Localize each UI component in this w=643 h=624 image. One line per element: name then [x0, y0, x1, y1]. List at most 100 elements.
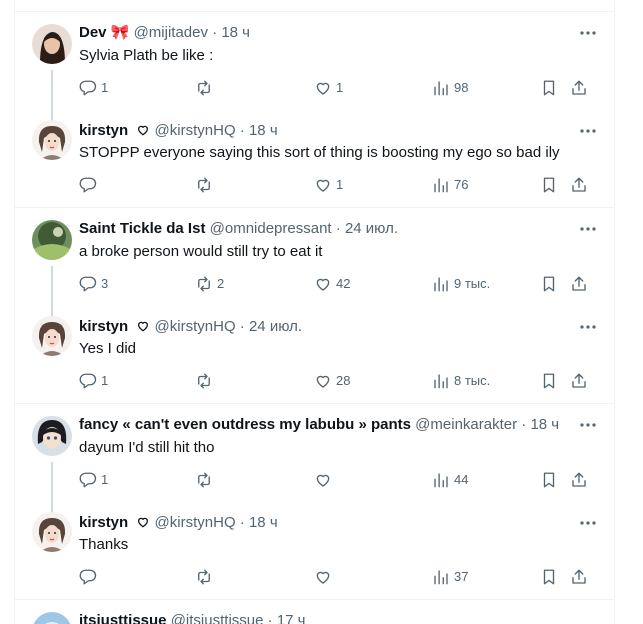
views-button[interactable]: 37 — [432, 567, 468, 587]
views-button[interactable]: 9 тыс. — [432, 274, 490, 294]
bookmark-button[interactable] — [540, 371, 558, 391]
like-button[interactable]: 1 — [314, 175, 343, 195]
share-button[interactable] — [570, 567, 588, 587]
share-icon — [572, 80, 586, 95]
more-options-icon[interactable] — [578, 23, 598, 43]
tweet-post[interactable]: Saint Tickle da Ist @omnidepressant · 24… — [15, 207, 614, 319]
handle[interactable]: @mijitadev — [134, 24, 208, 41]
like-count: 1 — [336, 80, 344, 95]
timestamp[interactable]: 18 ч — [221, 24, 250, 41]
tweet-text: Thanks — [79, 536, 129, 553]
share-button[interactable] — [570, 371, 588, 391]
timestamp[interactable]: 18 ч — [249, 514, 278, 531]
display-name[interactable]: kirstyn — [79, 318, 128, 335]
handle[interactable]: @kirstynHQ — [155, 318, 236, 335]
repost-icon — [198, 177, 210, 193]
display-name[interactable]: fancy « can't even outdress my labubu » … — [79, 416, 411, 433]
bookmark-button[interactable] — [540, 78, 558, 98]
handle[interactable]: @kirstynHQ — [155, 514, 236, 531]
heart-icon — [316, 375, 330, 388]
repost-button[interactable] — [195, 470, 217, 490]
repost-icon — [198, 276, 210, 292]
separator: · — [212, 24, 218, 41]
like-button[interactable] — [314, 567, 336, 587]
repost-button[interactable] — [195, 567, 217, 587]
bookmark-button[interactable] — [540, 567, 558, 587]
reply-button[interactable]: 3 — [79, 274, 108, 294]
avatar[interactable] — [32, 612, 72, 624]
views-count: 76 — [454, 177, 469, 192]
avatar[interactable] — [32, 512, 72, 552]
views-count: 9 тыс. — [454, 276, 491, 291]
timestamp[interactable]: 24 июл. — [345, 220, 398, 237]
views-button[interactable]: 44 — [432, 470, 468, 490]
bookmark-button[interactable] — [540, 470, 558, 490]
timestamp[interactable]: 17 ч — [277, 612, 306, 624]
timestamp[interactable]: 24 июл. — [249, 318, 302, 335]
tweet-text: a broke person would still try to eat it — [79, 243, 323, 260]
avatar[interactable] — [32, 316, 72, 356]
more-options-icon[interactable] — [578, 317, 598, 337]
reply-icon — [79, 373, 97, 389]
display-name[interactable]: Saint Tickle da Ist — [79, 220, 205, 237]
tweet-header: kirstyn @kirstynHQ · 18 ч — [79, 513, 574, 533]
views-button[interactable]: 8 тыс. — [432, 371, 490, 391]
handle[interactable]: @kirstynHQ — [155, 122, 236, 139]
display-name[interactable]: itsjusttissue — [79, 612, 167, 624]
bookmark-button[interactable] — [540, 175, 558, 195]
more-options-icon[interactable] — [578, 219, 598, 239]
display-name[interactable]: kirstyn — [79, 514, 128, 531]
tweet-reply[interactable]: kirstyn @kirstynHQ · 18 ч Thanks 37 — [15, 501, 614, 599]
display-name[interactable]: kirstyn — [79, 122, 128, 139]
repost-button[interactable]: 2 — [195, 274, 224, 294]
repost-button[interactable] — [195, 371, 217, 391]
action-bar: 37 — [79, 567, 598, 587]
bow-emoji: 🎀 — [110, 24, 130, 41]
repost-button[interactable] — [195, 175, 217, 195]
tweet-post[interactable]: itsjusttissue @itsjusttissue · 17 ч — [15, 599, 614, 624]
handle[interactable]: @omnidepressant — [210, 220, 332, 237]
like-button[interactable]: 42 — [314, 274, 350, 294]
more-options-icon[interactable] — [578, 415, 598, 435]
handle[interactable]: @meinkarakter — [415, 416, 517, 433]
reply-button[interactable]: 1 — [79, 470, 108, 490]
tweet-post[interactable]: fancy « can't even outdress my labubu » … — [15, 403, 614, 515]
like-button[interactable]: 1 — [314, 78, 343, 98]
reply-button[interactable] — [79, 175, 101, 195]
avatar[interactable] — [32, 24, 72, 64]
reply-button[interactable] — [79, 567, 101, 587]
tweet-header: fancy « can't even outdress my labubu » … — [79, 415, 574, 435]
heart-icon — [316, 474, 330, 487]
tweet-reply[interactable]: kirstyn @kirstynHQ · 24 июл. Yes I did 1… — [15, 305, 614, 403]
avatar[interactable] — [32, 120, 72, 160]
reply-button[interactable]: 1 — [79, 78, 108, 98]
share-button[interactable] — [570, 175, 588, 195]
action-bar: 1 44 — [79, 470, 598, 490]
timestamp[interactable]: 18 ч — [530, 416, 559, 433]
reply-button[interactable]: 1 — [79, 371, 108, 391]
share-button[interactable] — [570, 274, 588, 294]
more-options-icon[interactable] — [578, 121, 598, 141]
repost-icon — [198, 569, 210, 585]
repost-button[interactable] — [195, 78, 217, 98]
avatar[interactable] — [32, 416, 72, 456]
handle[interactable]: @itsjusttissue — [171, 612, 264, 624]
views-icon — [434, 81, 448, 96]
avatar[interactable] — [32, 220, 72, 260]
like-button[interactable]: 28 — [314, 371, 350, 391]
like-button[interactable] — [314, 470, 336, 490]
share-icon — [572, 177, 586, 192]
share-button[interactable] — [570, 78, 588, 98]
tweet-post[interactable]: Dev 🎀 @mijitadev · 18 ч Sylvia Plath be … — [15, 11, 614, 123]
timestamp[interactable]: 18 ч — [249, 122, 278, 139]
views-button[interactable]: 76 — [432, 175, 468, 195]
reply-icon — [79, 177, 97, 193]
bookmark-button[interactable] — [540, 274, 558, 294]
tweet-reply[interactable]: kirstyn @kirstynHQ · 18 ч STOPPP everyon… — [15, 109, 614, 207]
share-button[interactable] — [570, 470, 588, 490]
views-button[interactable]: 98 — [432, 78, 468, 98]
more-options-icon[interactable] — [578, 513, 598, 533]
reply-icon — [79, 80, 97, 96]
display-name[interactable]: Dev — [79, 24, 107, 41]
bookmark-icon — [543, 373, 555, 389]
